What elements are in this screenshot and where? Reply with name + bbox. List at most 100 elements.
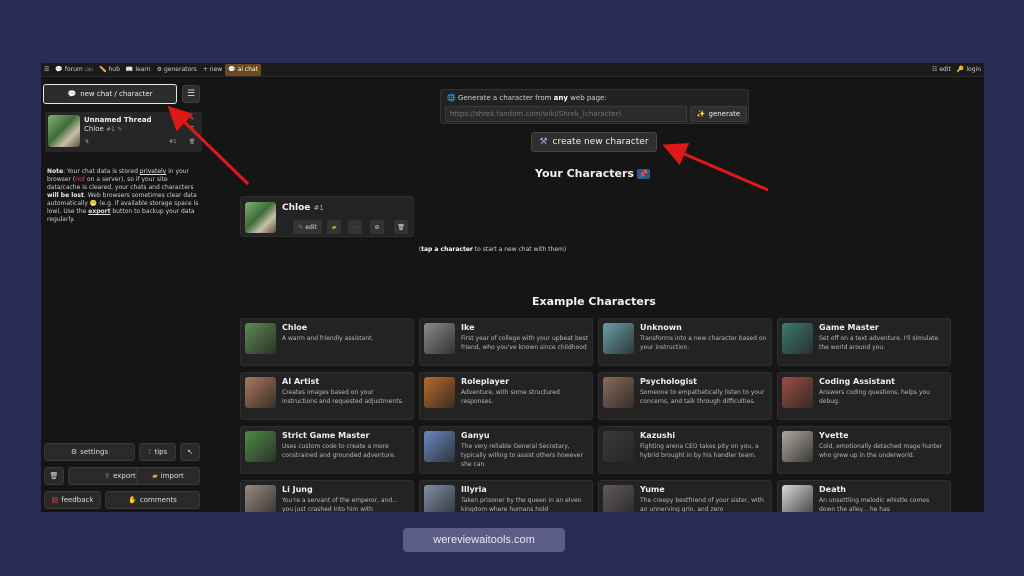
avatar xyxy=(782,377,813,408)
nav-hub[interactable]: ✏️ hub xyxy=(96,64,123,76)
arrow-up-left-icon: ↖ xyxy=(187,448,193,456)
character-name: Chloe xyxy=(282,323,308,332)
pencil-icon[interactable]: ✎ xyxy=(117,126,122,133)
nav-ai-chat[interactable]: 💬 ai chat xyxy=(225,63,262,76)
hint-bold: tap a character xyxy=(421,246,473,253)
example-character-card[interactable]: Illyria Taken prisoner by the queen in an… xyxy=(419,480,593,512)
trash-icon[interactable]: 🗑 xyxy=(189,139,195,145)
character-description: Transforms into a new character based on… xyxy=(640,335,767,351)
share-icon[interactable]: ⋯ xyxy=(348,220,362,234)
character-name: Yume xyxy=(640,485,665,494)
note-export-link[interactable]: export xyxy=(88,208,110,215)
note-lost: will be lost xyxy=(47,192,84,199)
example-characters-title: Example Characters xyxy=(532,295,656,308)
example-character-card[interactable]: Strict Game Master Uses custom code to cr… xyxy=(240,426,414,474)
edit-icon: ☷ xyxy=(931,66,938,73)
nav-edit[interactable]: ☷ edit xyxy=(929,64,954,76)
generate-label: generate xyxy=(708,110,741,118)
example-character-card[interactable]: Roleplayer Adventure, with some structure… xyxy=(419,372,593,420)
thread-count: #1 xyxy=(169,139,177,145)
delete-button[interactable]: 🗑 xyxy=(44,467,64,485)
create-new-character-button[interactable]: ⚒ create new character xyxy=(531,132,657,152)
example-character-card[interactable]: Li Jung You're a servant of the emperor, … xyxy=(240,480,414,512)
import-button[interactable]: ▰ import xyxy=(136,467,200,485)
key-icon: 🔑 xyxy=(956,66,965,73)
pencil-icon: ✎ xyxy=(298,223,304,231)
feedback-button[interactable]: ▤ feedback xyxy=(44,491,101,509)
character-description: First year of college with your upbeat b… xyxy=(461,335,588,351)
nav-generators-label: generators xyxy=(163,66,197,73)
example-character-card[interactable]: Chloe A warm and friendly assistant. xyxy=(240,318,414,366)
tap-character-hint: (tap a character to start a new chat wit… xyxy=(418,246,567,253)
example-character-card[interactable]: Unknown Transforms into a new character b… xyxy=(598,318,772,366)
generate-button[interactable]: ✨ generate xyxy=(690,106,747,122)
character-name: Kazushi xyxy=(640,431,676,440)
character-name: Game Master xyxy=(819,323,879,332)
example-character-card[interactable]: Yume The creepy bestfriend of your sister… xyxy=(598,480,772,512)
character-name: Unknown xyxy=(640,323,682,332)
character-name: Strict Game Master xyxy=(282,431,370,440)
comments-button[interactable]: ✋ comments xyxy=(105,491,200,509)
example-character-card[interactable]: Ganyu The very reliable General Secretary… xyxy=(419,426,593,474)
collapse-button[interactable]: ↖ xyxy=(180,443,200,461)
example-character-card[interactable]: Kazushi Fighting arena CEO takes pity on … xyxy=(598,426,772,474)
nav-new[interactable]: + new xyxy=(200,64,225,76)
generate-label: 🌐 Generate a character from any web page… xyxy=(447,94,607,102)
sparkle-icon: ✨ xyxy=(696,110,706,118)
example-character-card[interactable]: Yvette Cold, emotionally detached mage hu… xyxy=(777,426,951,474)
nav-login[interactable]: 🔑 login xyxy=(954,64,984,76)
thread-item[interactable]: Unnamed Thread Chloe #1 ✎ ⇅ #1 🗑 ✎ ⎘ xyxy=(45,112,202,152)
nav-new-label: new xyxy=(209,66,223,73)
character-name-text: Chloe xyxy=(282,203,311,213)
nav-generators[interactable]: ⚙ generators xyxy=(154,64,200,76)
character-description: Answers coding questions, helps you debu… xyxy=(819,389,930,405)
character-name: Illyria xyxy=(461,485,487,494)
character-name: Li Jung xyxy=(282,485,313,494)
new-chat-button[interactable]: 💬 new chat / character xyxy=(43,84,177,104)
nav-learn[interactable]: 📖 learn xyxy=(123,64,154,76)
character-name: Coding Assistant xyxy=(819,377,896,386)
example-character-card[interactable]: Ike First year of college with your upbea… xyxy=(419,318,593,366)
note-not: not xyxy=(75,176,86,183)
gear-icon: ⚙ xyxy=(156,66,162,73)
character-name: Death xyxy=(819,485,846,494)
settings-button[interactable]: ⚙ settings xyxy=(44,443,135,461)
copy-icon[interactable]: ⎘ xyxy=(190,126,194,132)
example-character-card[interactable]: Psychologist Someone to empathetically li… xyxy=(598,372,772,420)
link-icon[interactable]: ⊘ xyxy=(370,220,384,234)
edit-character-button[interactable]: ✎ edit xyxy=(293,220,322,234)
gear-icon: ⚙ xyxy=(70,448,78,456)
pin-icon[interactable]: ⇅ xyxy=(85,139,89,145)
folder-icon: ▰ xyxy=(152,472,158,480)
pin-icon[interactable]: 📌 xyxy=(636,169,650,179)
thread-character: Chloe #1 ✎ xyxy=(84,125,122,133)
nav-learn-label: learn xyxy=(135,66,151,73)
avatar xyxy=(424,485,455,512)
nav-edit-label: edit xyxy=(939,66,951,73)
tips-button[interactable]: ? tips xyxy=(139,443,176,461)
folder-icon[interactable]: ▰ xyxy=(327,220,341,234)
nav-ai-chat-label: ai chat xyxy=(237,66,259,73)
example-character-card[interactable]: Game Master Set off on a text adventure. … xyxy=(777,318,951,366)
menu-icon: ☰ xyxy=(44,66,50,73)
character-card-chloe[interactable]: Chloe #1 ✎ edit ▰ ⋯ ⊘ 🗑 xyxy=(240,196,414,237)
chat-icon: 💬 xyxy=(67,90,77,98)
nav-forum[interactable]: 💬 forum (36) xyxy=(52,64,96,76)
avatar xyxy=(245,431,276,462)
character-description: Fighting arena CEO takes pity on you, a … xyxy=(640,443,759,459)
example-character-card[interactable]: AI Artist Creates images based on your in… xyxy=(240,372,414,420)
avatar xyxy=(245,202,276,233)
storage-note: Note: Your chat data is stored privately… xyxy=(47,168,200,224)
example-character-card[interactable]: Death An unsettling melodic whistle comes… xyxy=(777,480,951,512)
trash-icon[interactable]: 🗑 xyxy=(394,220,408,234)
avatar xyxy=(782,431,813,462)
character-description: Creates images based on your instruction… xyxy=(282,389,404,405)
example-character-card[interactable]: Coding Assistant Answers coding questions… xyxy=(777,372,951,420)
pencil-icon[interactable]: ✎ xyxy=(190,116,194,122)
url-input[interactable] xyxy=(445,106,687,122)
nav-menu[interactable]: ☰ xyxy=(41,64,52,76)
sidebar: 💬 new chat / character ☰ Unnamed Thread … xyxy=(41,77,206,512)
sidebar-menu-button[interactable]: ☰ xyxy=(182,85,200,103)
note-privately: privately xyxy=(139,168,167,175)
generate-label-suffix: web page: xyxy=(567,94,607,102)
